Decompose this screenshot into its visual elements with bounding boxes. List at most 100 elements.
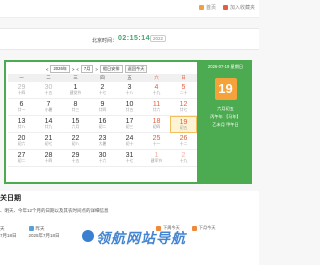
day-cell[interactable]: 25 十一	[143, 133, 170, 150]
day-cell[interactable]: 1 建党节	[62, 82, 89, 99]
next-month-link[interactable]: 下月今天	[191, 225, 216, 231]
day-cell[interactable]: 8 廿三	[62, 99, 89, 116]
day-cell[interactable]: 17 初三	[116, 116, 143, 133]
lunar-label: 初十	[125, 142, 134, 146]
lunar-label: 廿一	[17, 108, 26, 112]
day-number: 27	[17, 152, 26, 159]
lunar-label: 初二	[17, 159, 26, 163]
day-cell[interactable]: 2 十九	[170, 150, 197, 167]
day-cell[interactable]: 22 初八	[62, 133, 89, 150]
top-bar: 首页 加入收藏夹	[0, 0, 259, 18]
year-button[interactable]: 2022	[150, 35, 167, 42]
card-date: 2025年7月18日	[28, 233, 60, 238]
day-cell[interactable]: 20 初六	[8, 133, 35, 150]
day-cell[interactable]: 28 十四	[35, 150, 62, 167]
day-cell[interactable]: 15 六月	[62, 116, 89, 133]
day-number: 9	[100, 101, 105, 108]
day-number: 28	[44, 152, 53, 159]
lunar-label: 廿五	[125, 108, 134, 112]
prev-year-button[interactable]: <	[46, 67, 48, 72]
lunar-label: 十一	[152, 142, 161, 146]
day-number: 15	[71, 118, 80, 125]
lunar-label: 十九	[152, 91, 161, 95]
day-cell[interactable]: 12 廿七	[170, 99, 197, 116]
ganzhi-year: 丙午年 【马年】	[210, 114, 241, 119]
day-cell[interactable]: 5 二十	[170, 82, 197, 99]
lunar-label: 二十	[179, 91, 188, 95]
next-year-button[interactable]: >	[72, 67, 74, 72]
lunar-label: 初六	[17, 142, 26, 146]
day-cell[interactable]: 31 十七	[116, 150, 143, 167]
lunar-label: 初七	[44, 142, 53, 146]
day-cell[interactable]: 2 十七	[89, 82, 116, 99]
day-cell-today[interactable]: 19 初五	[170, 116, 197, 133]
year-select[interactable]: 2026年	[50, 65, 70, 73]
day-cell[interactable]: 16 初二	[89, 116, 116, 133]
day-cell[interactable]: 30 十六	[89, 150, 116, 167]
day-cell[interactable]: 4 十九	[143, 82, 170, 99]
add-favorite-link[interactable]: 加入收藏夹	[223, 4, 255, 11]
selected-date: 2026-07-19 星期日	[207, 64, 244, 69]
day-cell[interactable]: 1 建军节	[143, 150, 170, 167]
day-number: 24	[125, 135, 134, 142]
day-number: 26	[179, 135, 188, 142]
day-cell[interactable]: 29 十五	[62, 150, 89, 167]
day-cell[interactable]: 26 十二	[170, 133, 197, 150]
related-card-today[interactable]: 天 7月18日	[0, 225, 17, 239]
prev-month-button[interactable]: <	[76, 67, 78, 72]
day-number: 7	[46, 101, 51, 108]
bookmark-icon	[223, 5, 228, 10]
day-cell[interactable]: 11 廿六	[143, 99, 170, 116]
lunar-label: 大暑	[98, 142, 107, 146]
related-card-yesterday[interactable]: 昨天 2025年7月18日	[28, 225, 60, 239]
day-cell[interactable]: 18 初四	[143, 116, 170, 133]
weekday-label: 六	[154, 75, 159, 80]
day-cell[interactable]: 9 廿四	[89, 99, 116, 116]
day-cell[interactable]: 23 大暑	[89, 133, 116, 150]
day-cell[interactable]: 13 廿八	[8, 116, 35, 133]
holiday-select[interactable]: 假日安排	[99, 65, 123, 73]
day-number: 29	[17, 84, 26, 91]
day-number: 30	[44, 84, 53, 91]
lunar-label: 廿七	[179, 108, 188, 112]
day-cell[interactable]: 7 小暑	[35, 99, 62, 116]
lunar-label: 初四	[152, 125, 161, 129]
lunar-label: 十四	[44, 159, 53, 163]
next-month-label: 下月今天	[198, 225, 216, 230]
day-cell[interactable]: 29 十四	[8, 82, 35, 99]
home-icon	[199, 5, 204, 10]
calendar-icon	[28, 226, 34, 231]
day-cell[interactable]: 30 十五	[35, 82, 62, 99]
day-number: 30	[98, 152, 107, 159]
section-title: 关日期	[0, 195, 21, 202]
watermark-logo	[82, 230, 94, 242]
home-link[interactable]: 首页	[199, 4, 216, 11]
weekday-label: 四	[100, 75, 105, 80]
day-number: 19	[179, 119, 188, 126]
lunar-label: 廿九	[44, 125, 53, 129]
day-number: 17	[125, 118, 134, 125]
day-number: 2	[100, 84, 105, 91]
weekday-label: 二	[46, 75, 51, 80]
next-month-button[interactable]: >	[95, 67, 97, 72]
day-cell[interactable]: 10 廿五	[116, 99, 143, 116]
day-cell[interactable]: 14 廿九	[35, 116, 62, 133]
day-number: 1	[73, 84, 78, 91]
time-bar: 北京时间： 02:15:14 2022	[0, 28, 259, 50]
day-cell[interactable]: 27 初二	[8, 150, 35, 167]
day-cell[interactable]: 21 初七	[35, 133, 62, 150]
back-to-today-button[interactable]: 返回今天	[124, 65, 148, 73]
day-cell[interactable]: 6 廿一	[8, 99, 35, 116]
day-number: 10	[125, 101, 134, 108]
weekday-label: 一	[19, 75, 24, 80]
lunar-label: 十八	[125, 91, 134, 95]
selected-day-number: 19	[214, 78, 237, 100]
day-number: 23	[98, 135, 107, 142]
section-description: 、明天、今年12个月的日期以及其农时间点的详细信息	[0, 208, 109, 213]
month-grid: 一二三四五六日 29 十四 30 十五 1 建党节 2 十七 3 十八 4 十九 5 二十 6 廿一 7 小暑 8 廿…	[8, 74, 197, 167]
month-select[interactable]: 7月	[80, 65, 94, 73]
lunar-label: 初五	[179, 126, 188, 130]
day-cell[interactable]: 3 十八	[116, 82, 143, 99]
card-label: 昨天	[35, 226, 45, 231]
day-cell[interactable]: 24 初十	[116, 133, 143, 150]
